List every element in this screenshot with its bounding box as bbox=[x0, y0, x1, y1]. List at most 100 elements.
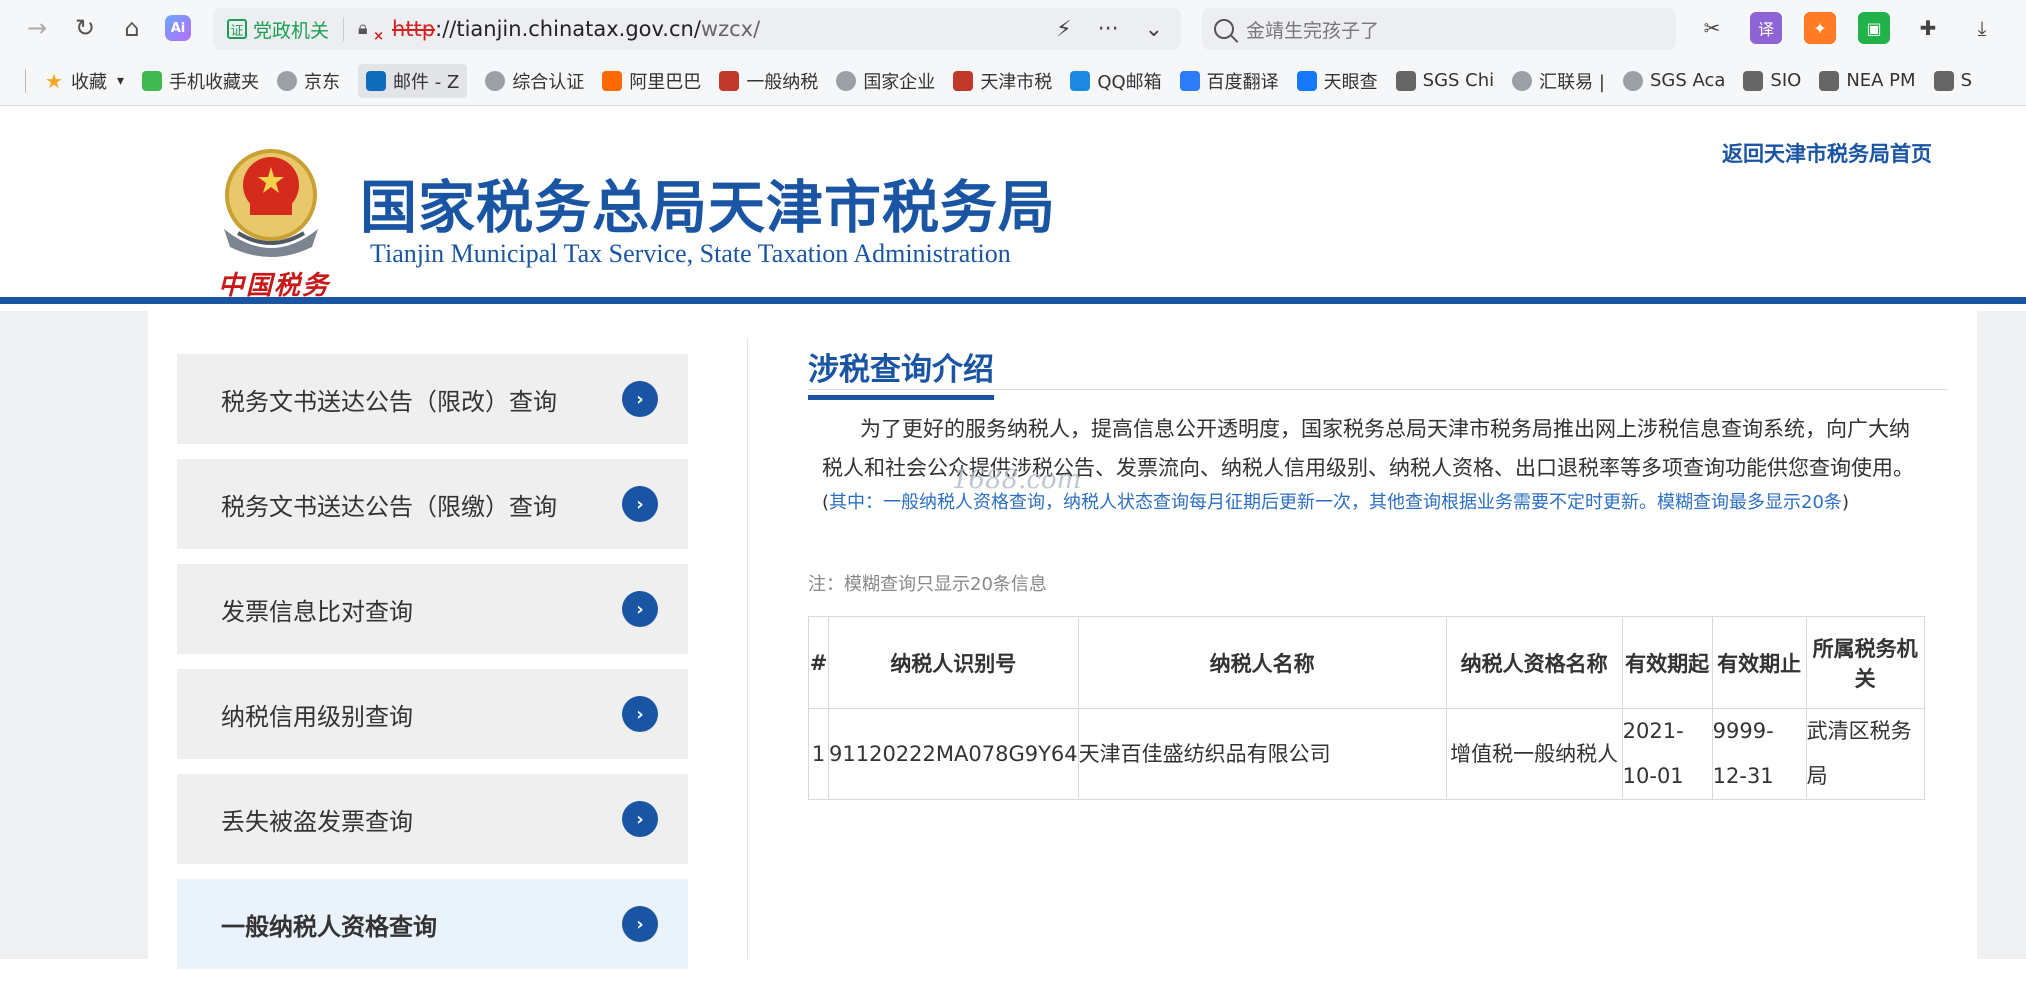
chevron-down-icon[interactable]: ⌄ bbox=[1145, 17, 1163, 42]
browser-toolbar: → ↻ ⌂ Ai 证党政机关 🔒︎ × http://tianjin.chinat… bbox=[0, 0, 2026, 56]
bookmark-item[interactable]: QQ邮箱 bbox=[1070, 68, 1162, 94]
arrow-right-icon[interactable]: › bbox=[622, 486, 658, 522]
arrow-right-icon[interactable]: › bbox=[622, 801, 658, 837]
ai-assistant-icon[interactable]: Ai bbox=[165, 15, 191, 41]
address-bar-actions: ⚡︎ ··· ⌄ bbox=[1056, 17, 1163, 42]
doc-icon bbox=[1933, 70, 1954, 91]
bookmark-label: NEA PM bbox=[1846, 70, 1916, 91]
sidebar-item[interactable]: 丢失被盗发票查询 › bbox=[177, 774, 688, 864]
bookmark-item[interactable]: 天眼查 bbox=[1296, 68, 1378, 94]
bookmark-label: 天眼查 bbox=[1323, 71, 1378, 93]
bookmark-item[interactable]: NEA PM bbox=[1819, 70, 1916, 91]
url-path: wzcx/ bbox=[700, 17, 761, 41]
translate-icon[interactable]: 译 bbox=[1750, 12, 1782, 44]
sidebar-item-label: 丢失被盗发票查询 bbox=[221, 807, 413, 836]
sidebar-item-label: 税务文书送达公告（限缴）查询 bbox=[221, 492, 557, 521]
site-title: 国家税务总局天津市税务局 bbox=[360, 175, 1056, 241]
sidebar-item[interactable]: 发票信息比对查询 › bbox=[177, 564, 688, 654]
bookmark-item[interactable]: 手机收藏夹 bbox=[142, 68, 259, 94]
doc-icon bbox=[1395, 70, 1416, 91]
search-input[interactable]: 金靖生完孩子了 bbox=[1246, 16, 1379, 43]
bookmark-item[interactable]: 阿里巴巴 bbox=[602, 68, 701, 94]
bookmark-item[interactable]: SIO bbox=[1743, 70, 1801, 91]
bookmark-label: 国家企业 bbox=[863, 71, 936, 93]
url-host: ://tianjin.chinatax.gov.cn/ bbox=[435, 17, 701, 41]
bookmark-item[interactable]: 天津市税 bbox=[953, 68, 1052, 94]
bookmark-label: 天津市税 bbox=[980, 71, 1053, 93]
bookmark-item[interactable]: 国家企业 bbox=[836, 68, 935, 94]
bookmark-label: SGS Chi bbox=[1422, 70, 1495, 91]
sidebar-item-label: 纳税信用级别查询 bbox=[221, 702, 413, 731]
sidebar-item[interactable]: 一般纳税人资格查询 › bbox=[177, 879, 688, 969]
globe-icon bbox=[1512, 70, 1533, 91]
home-icon[interactable]: ⌂ bbox=[117, 13, 147, 43]
bookmark-item[interactable]: 百度翻译 bbox=[1179, 68, 1279, 94]
insecure-lock-icon[interactable]: 🔒︎ × bbox=[358, 18, 384, 44]
game-icon[interactable]: ✦ bbox=[1804, 12, 1836, 44]
phone-icon bbox=[142, 70, 163, 91]
bookmark-item[interactable]: ★ 收藏 ▾ bbox=[44, 68, 124, 94]
bookmark-item[interactable]: 一般纳税 bbox=[719, 68, 818, 94]
section-header: 涉税查询介绍 bbox=[808, 338, 1948, 400]
return-home-link[interactable]: 返回天津市税务局首页 bbox=[1722, 138, 1932, 168]
bookmark-label: SIO bbox=[1770, 70, 1802, 91]
lightning-icon[interactable]: ⚡︎ bbox=[1056, 17, 1071, 42]
more-icon[interactable]: ··· bbox=[1098, 17, 1119, 42]
site-header: 中国税务 国家税务总局天津市税务局 Tianjin Municipal Tax … bbox=[0, 107, 2026, 304]
note-text: 其中：一般纳税人资格查询，纳税人状态查询每月征期后更新一次，其他查询根据业务需要… bbox=[829, 492, 1842, 513]
gov-tag: 证党政机关 bbox=[227, 16, 329, 43]
sidebar-item[interactable]: 纳税信用级别查询 › bbox=[177, 669, 688, 759]
sidebar-item-label: 税务文书送达公告（限改）查询 bbox=[221, 387, 557, 416]
bookmark-item[interactable]: 京东 bbox=[277, 68, 340, 94]
column-header: 纳税人资格名称 bbox=[1445, 616, 1623, 709]
address-bar[interactable]: 证党政机关 🔒︎ × http://tianjin.chinatax.gov.cn… bbox=[213, 8, 1181, 50]
emblem-icon bbox=[719, 70, 740, 91]
search-box[interactable]: 金靖生完孩子了 bbox=[1202, 8, 1676, 50]
bookmark-item[interactable]: 综合认证 bbox=[485, 68, 584, 94]
arrow-right-icon[interactable]: › bbox=[622, 381, 658, 417]
tianyancha-icon bbox=[1296, 70, 1317, 91]
column-header: 有效期止 bbox=[1711, 616, 1807, 709]
table-row: 1 91120222MA078G9Y64 天津百佳盛纺织品有限公司 增值税一般纳税人 2… bbox=[808, 708, 1925, 800]
extensions-puzzle-icon[interactable]: ✚ bbox=[1912, 12, 1944, 44]
table-cell: 9999-12-31 bbox=[1711, 708, 1807, 800]
bookmark-label: 百度翻译 bbox=[1206, 71, 1279, 93]
globe-icon bbox=[277, 70, 298, 91]
extension-icons: ✂︎ 译 ✦ ▣ ✚ ⤓ ↩ bbox=[1696, 12, 2026, 44]
bookmark-item[interactable]: S bbox=[1933, 70, 1972, 91]
arrow-right-icon[interactable]: › bbox=[622, 591, 658, 627]
fuzzy-query-hint: 注：模糊查询只显示20条信息 bbox=[808, 574, 1047, 595]
bookmark-item[interactable]: 汇联易 | bbox=[1512, 68, 1605, 94]
arrow-right-icon[interactable]: › bbox=[622, 696, 658, 732]
table-cell: 天津百佳盛纺织品有限公司 bbox=[1077, 708, 1447, 800]
scissors-icon[interactable]: ✂︎ bbox=[1696, 12, 1728, 44]
caret-down-icon[interactable]: ▾ bbox=[117, 73, 124, 89]
table-cell: 91120222MA078G9Y64 bbox=[828, 708, 1079, 800]
note-close-paren: ) bbox=[1841, 492, 1849, 513]
sidebar-item-label: 发票信息比对查询 bbox=[221, 597, 413, 626]
book-icon[interactable]: ▣ bbox=[1858, 12, 1890, 44]
bookmark-label: SGS Aca bbox=[1649, 70, 1726, 91]
back-icon[interactable]: ↩ bbox=[2020, 12, 2026, 44]
alibaba-icon bbox=[602, 70, 623, 91]
gov-tag-label: 党政机关 bbox=[253, 19, 330, 42]
bookmark-item[interactable]: SGS Chi bbox=[1395, 70, 1495, 91]
back-arrow-icon[interactable]: → bbox=[22, 13, 52, 43]
bookmark-item[interactable]: SGS Aca bbox=[1622, 70, 1726, 91]
tax-emblem-icon bbox=[224, 149, 318, 257]
section-title: 涉税查询介绍 bbox=[808, 344, 994, 400]
sidebar-item[interactable]: 税务文书送达公告（限缴）查询 › bbox=[177, 459, 688, 549]
content-panel: 税务文书送达公告（限改）查询 › 税务文书送达公告（限缴）查询 › 发票信息比对查询 › 纳… bbox=[148, 311, 1977, 969]
doc-icon bbox=[1743, 70, 1764, 91]
bookmark-item[interactable]: 邮件 - Z bbox=[358, 63, 468, 98]
sidebar-item[interactable]: 税务文书送达公告（限改）查询 › bbox=[177, 354, 688, 444]
search-icon bbox=[1214, 19, 1234, 39]
bookmark-label: 一般纳税 bbox=[746, 71, 819, 93]
reload-icon[interactable]: ↻ bbox=[70, 13, 100, 43]
download-icon[interactable]: ⤓ bbox=[1966, 12, 1998, 44]
table-cell: 武清区税务局 bbox=[1805, 708, 1925, 800]
url-text[interactable]: http://tianjin.chinatax.gov.cn/wzcx/ bbox=[392, 17, 760, 41]
arrow-right-icon[interactable]: › bbox=[622, 906, 658, 942]
table-cell: 2021-10-01 bbox=[1621, 708, 1713, 800]
watermark: 1688.com bbox=[952, 465, 1082, 495]
